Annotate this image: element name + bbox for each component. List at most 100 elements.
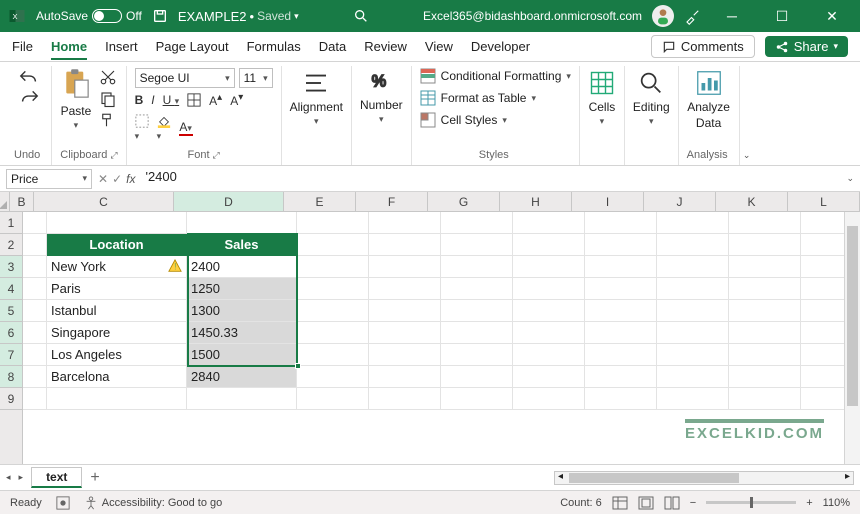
cell-J7[interactable]	[657, 344, 729, 366]
cell-L9[interactable]	[801, 388, 844, 410]
cell-L2[interactable]	[801, 234, 844, 256]
redo-icon[interactable]	[18, 88, 40, 104]
expand-formula-icon[interactable]: ⌄	[846, 173, 854, 184]
cell-H4[interactable]	[513, 278, 585, 300]
cell-I8[interactable]	[585, 366, 657, 388]
cell-H6[interactable]	[513, 322, 585, 344]
avatar[interactable]	[652, 5, 674, 27]
view-page-break-icon[interactable]	[664, 496, 680, 510]
cell-D5[interactable]: 1300	[187, 300, 297, 322]
copy-icon[interactable]	[99, 90, 117, 108]
cell-D6[interactable]: 1450.33	[187, 322, 297, 344]
cell-L7[interactable]	[801, 344, 844, 366]
name-box[interactable]: Price▾	[6, 169, 92, 189]
cell-J3[interactable]	[657, 256, 729, 278]
cell-H2[interactable]	[513, 234, 585, 256]
cell-B4[interactable]	[23, 278, 47, 300]
cell-H5[interactable]	[513, 300, 585, 322]
maximize-button[interactable]: ☐	[762, 8, 802, 25]
ribbon-collapse-icon[interactable]: ⌄	[740, 66, 754, 165]
cell-C5[interactable]: Istanbul	[47, 300, 187, 322]
cell-J2[interactable]	[657, 234, 729, 256]
cell-C1[interactable]	[47, 212, 187, 234]
undo-icon[interactable]	[18, 68, 40, 84]
zoom-level[interactable]: 110%	[823, 497, 850, 509]
row-header-1[interactable]: 1	[0, 212, 22, 234]
cell-F1[interactable]	[369, 212, 441, 234]
cell-C6[interactable]: Singapore	[47, 322, 187, 344]
horizontal-scrollbar[interactable]: ◂▸	[554, 471, 854, 485]
cell-I2[interactable]	[585, 234, 657, 256]
cell-F7[interactable]	[369, 344, 441, 366]
row-header-4[interactable]: 4	[0, 278, 22, 300]
cell-B2[interactable]	[23, 234, 47, 256]
select-all-corner[interactable]	[0, 192, 10, 212]
cell-H9[interactable]	[513, 388, 585, 410]
cell-K4[interactable]	[729, 278, 801, 300]
cell-B5[interactable]	[23, 300, 47, 322]
cell-E7[interactable]	[297, 344, 369, 366]
cell-L3[interactable]	[801, 256, 844, 278]
col-header-E[interactable]: E	[284, 192, 356, 211]
cell-I6[interactable]	[585, 322, 657, 344]
macro-record-icon[interactable]	[56, 496, 70, 510]
col-header-C[interactable]: C	[34, 192, 174, 211]
cell-E1[interactable]	[297, 212, 369, 234]
col-header-F[interactable]: F	[356, 192, 428, 211]
menu-review[interactable]: Review	[364, 39, 407, 54]
cell-E8[interactable]	[297, 366, 369, 388]
editing-button[interactable]: Editing▾	[633, 68, 670, 127]
view-page-layout-icon[interactable]	[638, 496, 654, 510]
cell-K8[interactable]	[729, 366, 801, 388]
cell-G8[interactable]	[441, 366, 513, 388]
cell-J8[interactable]	[657, 366, 729, 388]
fx-icon[interactable]: fx	[126, 172, 135, 186]
formula-input[interactable]: '2400	[141, 169, 840, 189]
cell-J6[interactable]	[657, 322, 729, 344]
cell-D3[interactable]: 2400	[187, 256, 297, 278]
view-normal-icon[interactable]	[612, 496, 628, 510]
account-email[interactable]: Excel365@bidashboard.onmicrosoft.com	[423, 9, 642, 23]
cell-I7[interactable]	[585, 344, 657, 366]
share-button[interactable]: Share ▾	[765, 36, 848, 57]
analyze-data-button[interactable]: Analyze Data	[687, 68, 730, 130]
cell-I3[interactable]	[585, 256, 657, 278]
row-header-6[interactable]: 6	[0, 322, 22, 344]
font-color-button[interactable]: A▾	[179, 120, 193, 136]
minimize-button[interactable]: ─	[712, 8, 752, 24]
number-button[interactable]: % Number▾	[360, 68, 403, 125]
autosave-toggle[interactable]: AutoSave Off	[36, 9, 142, 23]
cell-I5[interactable]	[585, 300, 657, 322]
cell-styles-button[interactable]: Cell Styles▾	[420, 112, 571, 128]
cell-G7[interactable]	[441, 344, 513, 366]
cell-L8[interactable]	[801, 366, 844, 388]
cell-J9[interactable]	[657, 388, 729, 410]
cell-E5[interactable]	[297, 300, 369, 322]
col-header-H[interactable]: H	[500, 192, 572, 211]
error-indicator-icon[interactable]: !	[168, 259, 182, 273]
tab-nav-next-icon[interactable]: ▸	[19, 472, 24, 483]
cell-G1[interactable]	[441, 212, 513, 234]
cell-K7[interactable]	[729, 344, 801, 366]
cell-F9[interactable]	[369, 388, 441, 410]
underline-button[interactable]: U ▾	[163, 93, 180, 107]
col-header-J[interactable]: J	[644, 192, 716, 211]
border-dropdown[interactable]: ▾	[135, 114, 149, 142]
cell-H3[interactable]	[513, 256, 585, 278]
paste-button[interactable]: Paste▾	[61, 68, 92, 131]
cell-F2[interactable]	[369, 234, 441, 256]
cells-button[interactable]: Cells▾	[588, 68, 616, 127]
cell-C3[interactable]: New York!	[47, 256, 187, 278]
col-header-L[interactable]: L	[788, 192, 860, 211]
cell-D4[interactable]: 1250	[187, 278, 297, 300]
row-header-5[interactable]: 5	[0, 300, 22, 322]
comments-button[interactable]: Comments	[651, 35, 755, 58]
border-button[interactable]	[187, 93, 201, 107]
cell-G5[interactable]	[441, 300, 513, 322]
tab-nav-prev-icon[interactable]: ◂	[6, 472, 11, 483]
menu-home[interactable]: Home	[51, 39, 87, 60]
menu-data[interactable]: Data	[319, 39, 346, 54]
row-header-7[interactable]: 7	[0, 344, 22, 366]
cell-C8[interactable]: Barcelona	[47, 366, 187, 388]
col-header-B[interactable]: B	[10, 192, 34, 211]
